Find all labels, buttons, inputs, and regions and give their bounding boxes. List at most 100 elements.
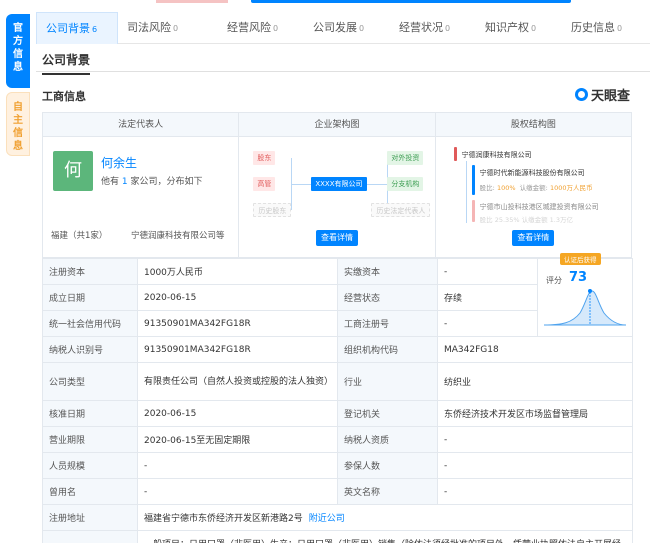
org-chart-card: 股东 高管 历史股东 XXXX有限公司 对外投资 分支机构 历史法定代表人 查看… bbox=[239, 137, 436, 257]
field-label: 注册地址 bbox=[42, 504, 138, 531]
nearby-companies-link[interactable]: 附近公司 bbox=[309, 514, 345, 524]
field-value: 91350901MA342FG18R bbox=[137, 310, 338, 337]
tianyancha-logo-icon bbox=[574, 88, 588, 101]
tab-intellectual-property[interactable]: 知识产权 0 bbox=[476, 12, 562, 44]
ratio-value: 100% bbox=[496, 184, 516, 192]
section-divider bbox=[36, 71, 650, 72]
org-node-history-shareholder: 历史股东 bbox=[253, 203, 292, 217]
tab-company-development[interactable]: 公司发展 0 bbox=[304, 12, 390, 44]
tab-count: 0 bbox=[531, 24, 537, 33]
brand-text: 天眼查 bbox=[590, 89, 630, 104]
tab-company-background[interactable]: 公司背景 6 bbox=[36, 12, 118, 44]
org-connector bbox=[367, 184, 388, 185]
tab-history[interactable]: 历史信息 0 bbox=[562, 12, 650, 44]
top-edge bbox=[36, 0, 650, 10]
desc-suffix: 家公司，分布如下 bbox=[130, 177, 203, 187]
field-label: 成立日期 bbox=[42, 284, 138, 311]
equity-root-company: 宁德润康科技有限公司 bbox=[461, 151, 532, 159]
side-tab-char: 方 bbox=[13, 36, 23, 47]
equity-root-marker bbox=[453, 147, 457, 161]
desc-prefix: 他有 bbox=[101, 177, 120, 187]
org-connector bbox=[291, 184, 312, 185]
field-label: 纳税人识别号 bbox=[42, 336, 138, 363]
desc-count[interactable]: 1 bbox=[122, 177, 128, 187]
equity-item-marker bbox=[471, 200, 475, 222]
tab-count: 0 bbox=[445, 24, 451, 33]
tab-label: 经营状况 bbox=[399, 21, 443, 34]
top-red-edge bbox=[156, 0, 228, 3]
field-value: - bbox=[137, 478, 338, 505]
address-cell: 福建省宁德市东侨经济开发区新港路2号 附近公司 bbox=[137, 504, 633, 531]
table-row: 纳税人识别号 91350901MA342FG18R 组织机构代码 MA342FG… bbox=[42, 336, 633, 363]
equity-holder-2-meta: 股比 25.35% 认缴金额 1.3万亿 bbox=[479, 216, 573, 224]
tab-count: 0 bbox=[617, 24, 623, 33]
table-row: 核准日期 2020-06-15 登记机关 东侨经济技术开发区市场监督管理局 bbox=[42, 400, 633, 427]
org-chart-detail-button[interactable]: 查看详情 bbox=[315, 230, 358, 246]
field-label: 核准日期 bbox=[42, 400, 138, 427]
equity-holder-1[interactable]: 宁德时代新能源科技股份有限公司 bbox=[480, 168, 585, 178]
org-node-investment: 对外投资 bbox=[387, 151, 424, 165]
equity-item-marker bbox=[471, 165, 475, 195]
tab-label: 公司发展 bbox=[313, 21, 357, 34]
field-label: 统一社会信用代码 bbox=[42, 310, 138, 337]
field-label: 工商注册号 bbox=[337, 310, 438, 337]
org-node-shareholder: 股东 bbox=[253, 151, 276, 165]
side-tab-self-info[interactable]: 自 主 信 息 bbox=[6, 92, 30, 156]
field-label: 营业期限 bbox=[42, 426, 138, 453]
field-label: 注册资本 bbox=[42, 258, 138, 285]
field-label: 组织机构代码 bbox=[337, 336, 438, 363]
side-tab-char: 主 bbox=[13, 115, 23, 126]
field-label: 曾用名 bbox=[42, 478, 138, 505]
tab-business-status[interactable]: 经营状况 0 bbox=[390, 12, 476, 44]
tab-count: 0 bbox=[273, 24, 279, 33]
legal-rep-company[interactable]: 宁德润康科技有限公司等 bbox=[131, 229, 225, 241]
table-row: 公司类型 有限责任公司（自然人投资或控股的法人独资） 行业 纺织业 bbox=[42, 362, 633, 401]
tab-count: 6 bbox=[92, 25, 98, 34]
tab-judicial-risk[interactable]: 司法风险 0 bbox=[118, 12, 218, 44]
capital-value: 1000万人民币 bbox=[549, 184, 593, 192]
field-value: 91350901MA342FG18R bbox=[137, 336, 338, 363]
business-info-title: 工商信息 bbox=[42, 90, 86, 103]
field-value: 1000万人民币 bbox=[137, 258, 338, 285]
side-tab-official-info[interactable]: 官 方 信 息 bbox=[6, 14, 30, 88]
field-value: - bbox=[437, 478, 633, 505]
table-row: 一般项目：日用口罩（非医用）生产；日用口罩（非医用）销售（除依法须经批准的项目外… bbox=[42, 530, 633, 543]
field-value: - bbox=[137, 452, 338, 479]
tab-label: 经营风险 bbox=[227, 21, 271, 34]
side-tab-char: 官 bbox=[13, 23, 23, 34]
org-node-branch: 分支机构 bbox=[387, 177, 424, 191]
equity-holder-2[interactable]: 宁德市山投科技港区城建投资有限公司 bbox=[480, 202, 599, 212]
legal-rep-name[interactable]: 何余生 bbox=[101, 154, 137, 171]
side-tab-char: 息 bbox=[13, 62, 23, 73]
legal-rep-avatar[interactable]: 何 bbox=[53, 151, 93, 191]
field-value: - bbox=[437, 258, 538, 285]
score-distribution-chart bbox=[543, 289, 627, 326]
main-tabs: 公司背景 6 司法风险 0 经营风险 0 公司发展 0 经营状况 0 知识产权 0 历史信息… bbox=[36, 12, 650, 44]
field-value: 2020-06-15 bbox=[137, 284, 338, 311]
org-chart-header: 企业架构图 bbox=[239, 113, 436, 136]
ratio-label: 股比: bbox=[479, 184, 495, 192]
tianyancha-logo: 天眼查 bbox=[574, 85, 630, 104]
equity-holder-1-meta: 股比: 100% 认缴金额: 1000万人民币 bbox=[480, 182, 593, 192]
tab-label: 知识产权 bbox=[485, 21, 529, 34]
score-value: 73 bbox=[569, 270, 588, 285]
field-value: 存续 bbox=[437, 284, 538, 311]
field-value: 2020-06-15至无固定期限 bbox=[137, 426, 338, 453]
equity-chart-detail-button[interactable]: 查看详情 bbox=[512, 230, 555, 246]
field-label: 实缴资本 bbox=[337, 258, 438, 285]
field-value: 东侨经济技术开发区市场监督管理局 bbox=[437, 400, 633, 427]
business-info-panel: 法定代表人 企业架构图 股权结构图 何 何余生 他有 1 家公司，分布如下 福建… bbox=[42, 112, 632, 258]
score-marker-dot bbox=[588, 289, 592, 293]
field-value: MA342FG18 bbox=[437, 336, 633, 363]
field-value: 纺织业 bbox=[437, 362, 633, 401]
field-label: 登记机关 bbox=[337, 400, 438, 427]
field-label bbox=[42, 530, 138, 543]
field-label: 人员规模 bbox=[42, 452, 138, 479]
side-tab-char: 自 bbox=[13, 102, 23, 113]
score-widget[interactable]: 认证后获得 评分 73 bbox=[537, 253, 633, 337]
search-box-edge[interactable] bbox=[251, 0, 571, 3]
legal-rep-card: 何 何余生 他有 1 家公司，分布如下 福建（共1家） 宁德润康科技有限公司等 bbox=[43, 137, 240, 257]
legal-rep-desc: 他有 1 家公司，分布如下 bbox=[101, 174, 203, 187]
tab-label: 历史信息 bbox=[571, 21, 615, 34]
tab-operational-risk[interactable]: 经营风险 0 bbox=[218, 12, 304, 44]
